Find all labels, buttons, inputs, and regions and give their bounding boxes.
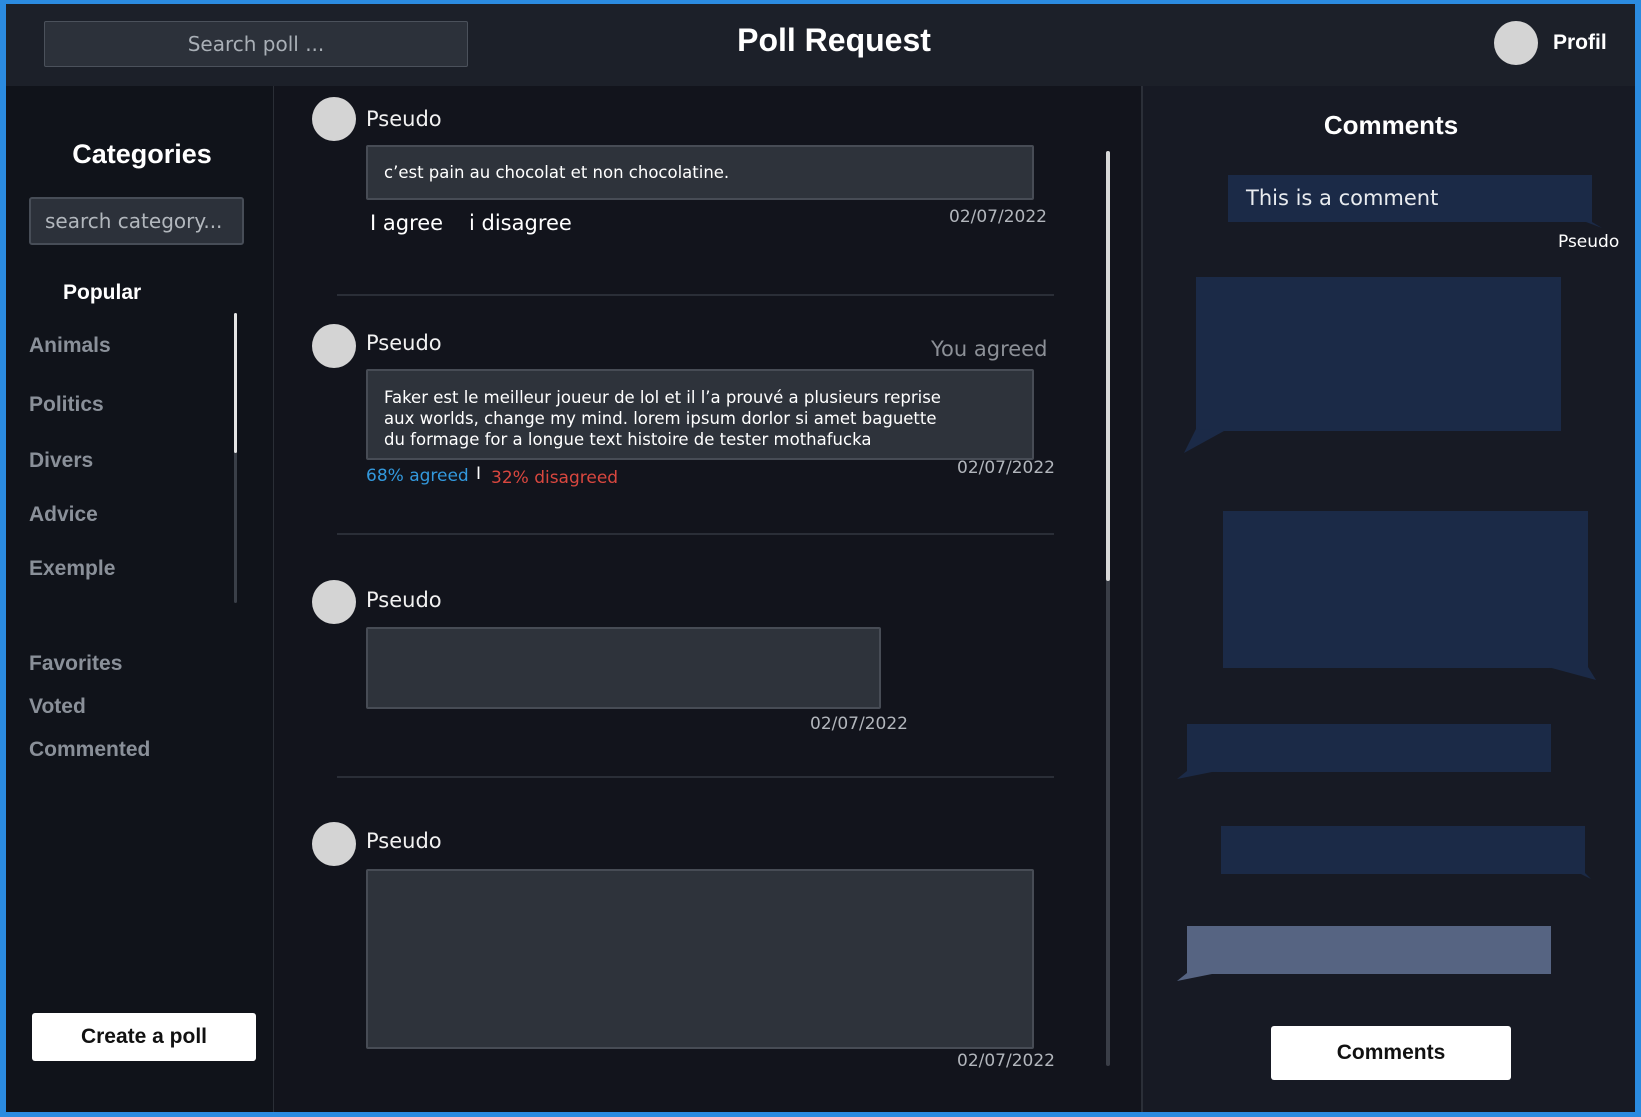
bubble-tail (1586, 222, 1602, 228)
poll-date: 02/07/2022 (957, 1051, 1055, 1071)
comments-panel: Comments This is a comment Pseudo Commen… (1141, 86, 1635, 1112)
sidebar-item-popular[interactable]: Popular (63, 281, 141, 305)
sidebar-item-animals[interactable]: Animals (29, 334, 111, 358)
comment-bubble: This is a comment (1228, 175, 1602, 228)
profile-label: Profil (1553, 31, 1607, 54)
poll-question: c’est pain au chocolat et non chocolatin… (366, 145, 1034, 200)
app-window: Poll Request Profil Categories Popular A… (6, 4, 1635, 1112)
sidebar-item-commented[interactable]: Commented (29, 738, 150, 762)
bubble-tail (1579, 873, 1591, 879)
sidebar: Categories Popular Animals Politics Dive… (6, 86, 275, 1112)
feed-scrollbar[interactable] (1106, 151, 1110, 1066)
divider (337, 776, 1054, 778)
poll-question (366, 869, 1034, 1049)
bubble-tail (1548, 667, 1596, 680)
bubble-tail (1184, 429, 1224, 453)
poll-date: 02/07/2022 (957, 458, 1055, 478)
comments-button[interactable]: Comments (1271, 1026, 1511, 1080)
agreed-percentage: 68% agreed (366, 466, 469, 486)
comment-bubble (1184, 277, 1561, 453)
author-avatar (312, 822, 356, 866)
poll-card: Pseudo You agreed Faker est le meilleur … (274, 324, 1074, 524)
comment-text: This is a comment (1246, 186, 1439, 210)
comment-bubble (1221, 826, 1591, 879)
poll-author: Pseudo (366, 829, 442, 853)
comments-title: Comments (1323, 110, 1459, 140)
bubble-tail (1177, 973, 1217, 981)
bubble-tail (1177, 771, 1217, 779)
comment-bubble (1223, 511, 1596, 680)
vote-status: You agreed (931, 337, 1048, 361)
profile-button[interactable]: Profil (1494, 21, 1607, 65)
author-avatar (312, 580, 356, 624)
divider (337, 533, 1054, 535)
sidebar-item-politics[interactable]: Politics (29, 393, 104, 417)
poll-date: 02/07/2022 (810, 714, 908, 734)
categories-scrollbar[interactable] (234, 313, 237, 603)
poll-question: Faker est le meilleur joueur de lol et i… (366, 369, 1034, 460)
feed-scrollbar-thumb[interactable] (1106, 151, 1110, 581)
poll-date: 02/07/2022 (949, 207, 1047, 227)
author-avatar (312, 97, 356, 141)
create-poll-button[interactable]: Create a poll (32, 1013, 256, 1061)
page-title: Poll Request (737, 22, 931, 58)
header: Poll Request Profil (6, 4, 1635, 86)
disagree-button[interactable]: i disagree (469, 211, 572, 235)
sidebar-item-favorites[interactable]: Favorites (29, 652, 122, 676)
result-separator: I (476, 464, 482, 484)
comment-bubble-selected (1177, 926, 1551, 981)
categories-scrollbar-thumb[interactable] (234, 313, 237, 453)
poll-card: Pseudo 02/07/2022 (274, 580, 1074, 780)
agree-button[interactable]: I agree (370, 211, 443, 235)
sidebar-item-advice[interactable]: Advice (29, 503, 98, 527)
comment-bubble (1177, 724, 1551, 779)
poll-text-line: aux worlds, change my mind. lorem ipsum … (384, 409, 937, 428)
comment-author: Pseudo (1558, 232, 1620, 252)
sidebar-item-divers[interactable]: Divers (29, 449, 93, 473)
poll-card: Pseudo c’est pain au chocolat et non cho… (274, 97, 1074, 297)
poll-question (366, 627, 881, 709)
profile-avatar (1494, 21, 1538, 65)
sidebar-item-voted[interactable]: Voted (29, 695, 86, 719)
sidebar-item-exemple[interactable]: Exemple (29, 557, 115, 581)
poll-text-line: du formage for a longue text histoire de… (384, 430, 872, 449)
poll-card: Pseudo 02/07/2022 (274, 822, 1074, 1082)
author-avatar (312, 324, 356, 368)
poll-author: Pseudo (366, 588, 442, 612)
poll-author: Pseudo (366, 331, 442, 355)
categories-title: Categories (72, 139, 212, 169)
disagreed-percentage: 32% disagreed (491, 468, 619, 488)
divider (337, 294, 1054, 296)
poll-author: Pseudo (366, 107, 442, 131)
poll-text-line: Faker est le meilleur joueur de lol et i… (384, 388, 941, 407)
category-search-input[interactable] (29, 197, 244, 245)
